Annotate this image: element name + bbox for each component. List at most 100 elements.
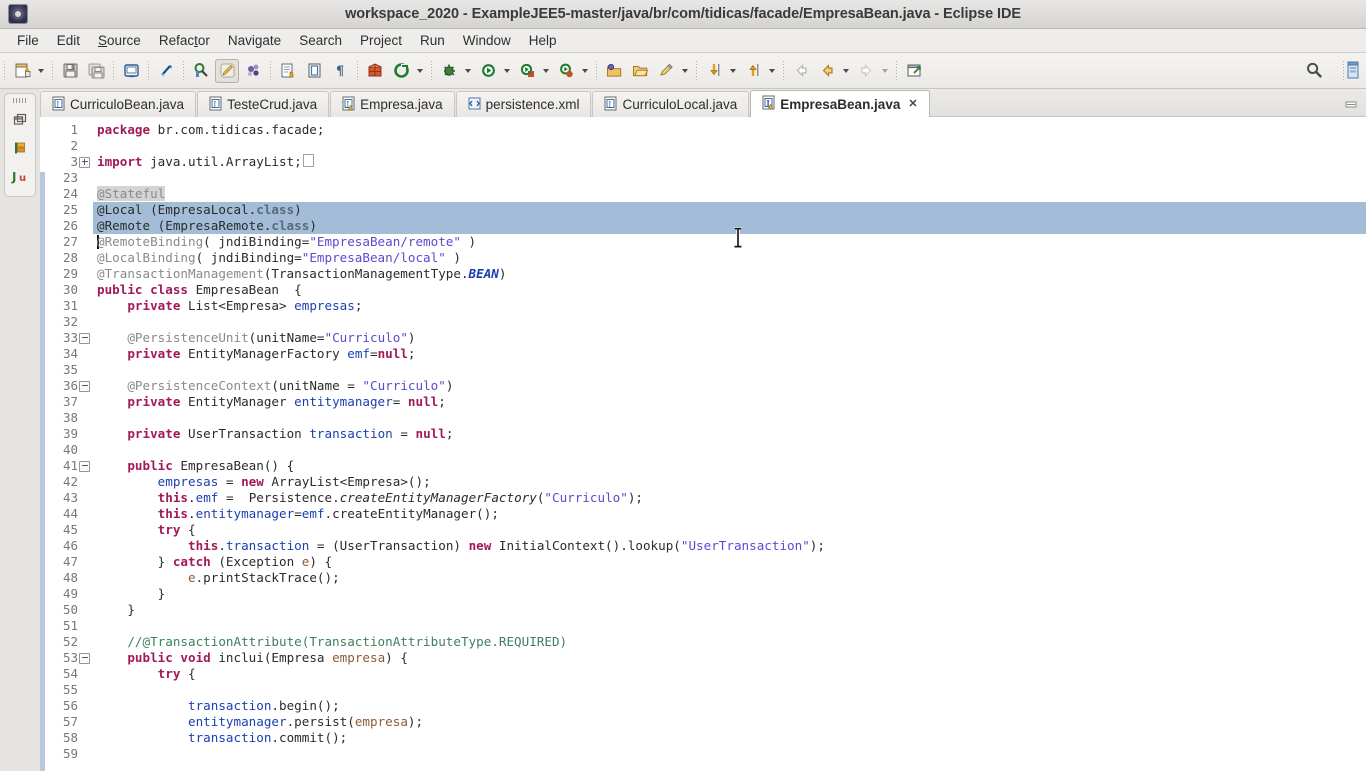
junit-icon[interactable]: J u	[8, 164, 32, 188]
code-line[interactable]: }	[93, 586, 1366, 602]
code-line[interactable]: @TransactionManagement(TransactionManage…	[93, 266, 1366, 282]
code-editor[interactable]: 1 2 3 23 24 25 26 27 28 29 30 31 32 33 34 35 36 37 38 39 40 4…	[40, 117, 1366, 771]
code-line[interactable]	[93, 314, 1366, 330]
gutter-line[interactable]: 24	[45, 186, 93, 202]
code-line[interactable]: @RemoteBinding( jndiBinding="EmpresaBean…	[93, 234, 1366, 250]
menu-navigate[interactable]: Navigate	[219, 31, 290, 50]
new-window-icon[interactable]	[902, 59, 926, 83]
menu-project[interactable]: Project	[351, 31, 411, 50]
gutter-line[interactable]: 30	[45, 282, 93, 298]
gutter-line[interactable]: 43	[45, 490, 93, 506]
gutter-line[interactable]: 45	[45, 522, 93, 538]
gutter-line[interactable]: 35	[45, 362, 93, 378]
menu-refactor[interactable]: Refactor	[150, 31, 219, 50]
gutter-line[interactable]: 39	[45, 426, 93, 442]
gutter-line[interactable]: 50	[45, 602, 93, 618]
menu-window[interactable]: Window	[454, 31, 520, 50]
gutter-line[interactable]: 40	[45, 442, 93, 458]
code-line[interactable]: this.entitymanager=emf.createEntityManag…	[93, 506, 1366, 522]
gutter-line[interactable]: 37	[45, 394, 93, 410]
code-line[interactable]: e.printStackTrace();	[93, 570, 1366, 586]
gutter-line[interactable]: 58	[45, 730, 93, 746]
debug-icon[interactable]	[437, 59, 461, 83]
open-perspective-icon[interactable]	[1346, 59, 1366, 81]
link-break-icon[interactable]	[154, 59, 178, 83]
menu-file[interactable]: File	[8, 31, 48, 50]
fold-collapse-icon[interactable]	[78, 330, 91, 346]
gutter-line[interactable]: 51	[45, 618, 93, 634]
code-line[interactable]: transaction.begin();	[93, 698, 1366, 714]
gutter-line[interactable]: 53	[45, 650, 93, 666]
save-all-icon[interactable]	[84, 59, 108, 83]
new-wizard-icon[interactable]	[10, 59, 34, 83]
open-type-icon[interactable]	[241, 59, 265, 83]
drag-grip[interactable]	[13, 98, 27, 103]
gutter-line[interactable]: 33	[45, 330, 93, 346]
code-line[interactable]	[93, 138, 1366, 154]
forward-icon[interactable]	[854, 59, 878, 83]
gutter-line[interactable]: 28	[45, 250, 93, 266]
menu-search[interactable]: Search	[290, 31, 351, 50]
gutter-line[interactable]: 36	[45, 378, 93, 394]
menu-edit[interactable]: Edit	[48, 31, 89, 50]
code-line[interactable]	[93, 442, 1366, 458]
code-line[interactable]: @LocalBinding( jndiBinding="EmpresaBean/…	[93, 250, 1366, 266]
print-icon[interactable]	[119, 59, 143, 83]
gutter-line[interactable]: 49	[45, 586, 93, 602]
debug-dropdown-arrow[interactable]	[462, 59, 473, 83]
profile-icon[interactable]	[554, 59, 578, 83]
gutter-line[interactable]: 25	[45, 202, 93, 218]
gutter-line[interactable]: 2	[45, 138, 93, 154]
coverage-icon[interactable]	[515, 59, 539, 83]
external-tools-icon[interactable]	[654, 59, 678, 83]
menu-help[interactable]: Help	[520, 31, 566, 50]
code-line[interactable]: @Local (EmpresaLocal.class)	[93, 202, 1366, 218]
gutter-line[interactable]: 55	[45, 682, 93, 698]
fold-collapse-icon[interactable]	[78, 378, 91, 394]
code-line[interactable]: private EntityManager entitymanager= nul…	[93, 394, 1366, 410]
gutter-line[interactable]: 44	[45, 506, 93, 522]
run-dropdown-arrow[interactable]	[501, 59, 512, 83]
tab-empresabean-java[interactable]: J EmpresaBean.java ✕	[750, 90, 930, 117]
show-whitespace-icon[interactable]	[302, 59, 326, 83]
gutter-line[interactable]: 52	[45, 634, 93, 650]
code-line[interactable]: private EntityManagerFactory emf=null;	[93, 346, 1366, 362]
code-line[interactable]: @PersistenceUnit(unitName="Curriculo")	[93, 330, 1366, 346]
back-dropdown-arrow[interactable]	[840, 59, 851, 83]
code-text[interactable]: package br.com.tidicas.facade; import ja…	[93, 118, 1366, 771]
code-line[interactable]: try {	[93, 666, 1366, 682]
code-line[interactable]: public EmpresaBean() {	[93, 458, 1366, 474]
code-line[interactable]: import java.util.ArrayList;	[93, 154, 1366, 170]
search-icon[interactable]	[1303, 59, 1325, 81]
tab-overflow-icon[interactable]	[1344, 97, 1360, 111]
code-line[interactable]: private List<Empresa> empresas;	[93, 298, 1366, 314]
gutter-line[interactable]: 31	[45, 298, 93, 314]
step-return-icon[interactable]	[741, 59, 765, 83]
tab-testecrud-java[interactable]: J TesteCrud.java	[197, 91, 330, 117]
open-folder-icon[interactable]	[628, 59, 652, 83]
search-refresh-icon[interactable]	[389, 59, 413, 83]
search-dropdown-arrow[interactable]	[414, 59, 425, 83]
tab-curriculobean-java[interactable]: J CurriculoBean.java	[40, 91, 197, 117]
external-tools-dropdown-arrow[interactable]	[679, 59, 690, 83]
fold-expand-icon[interactable]	[78, 154, 91, 170]
code-line[interactable]: @Remote (EmpresaRemote.class)	[93, 218, 1366, 234]
step-into-dropdown-arrow[interactable]	[727, 59, 738, 83]
restore-icon[interactable]	[8, 108, 32, 132]
line-number-gutter[interactable]: 1 2 3 23 24 25 26 27 28 29 30 31 32 33 34 35 36 37 38 39 40 4…	[45, 118, 93, 771]
gutter-line[interactable]: 56	[45, 698, 93, 714]
gutter-line[interactable]: 46	[45, 538, 93, 554]
fold-collapse-icon[interactable]	[78, 458, 91, 474]
save-icon[interactable]	[58, 59, 82, 83]
new-java-package-icon[interactable]	[602, 59, 626, 83]
code-line[interactable]: public void inclui(Empresa empresa) {	[93, 650, 1366, 666]
toggle-mark-occurrences-icon[interactable]	[189, 59, 213, 83]
tab-curriculolocal-java[interactable]: J CurriculoLocal.java	[592, 91, 750, 117]
fold-collapse-icon[interactable]	[78, 650, 91, 666]
gutter-line[interactable]: 38	[45, 410, 93, 426]
code-line[interactable]: } catch (Exception e) {	[93, 554, 1366, 570]
code-line[interactable]: public class EmpresaBean {	[93, 282, 1366, 298]
code-line[interactable]: }	[93, 602, 1366, 618]
run-icon[interactable]	[476, 59, 500, 83]
code-line[interactable]	[93, 362, 1366, 378]
